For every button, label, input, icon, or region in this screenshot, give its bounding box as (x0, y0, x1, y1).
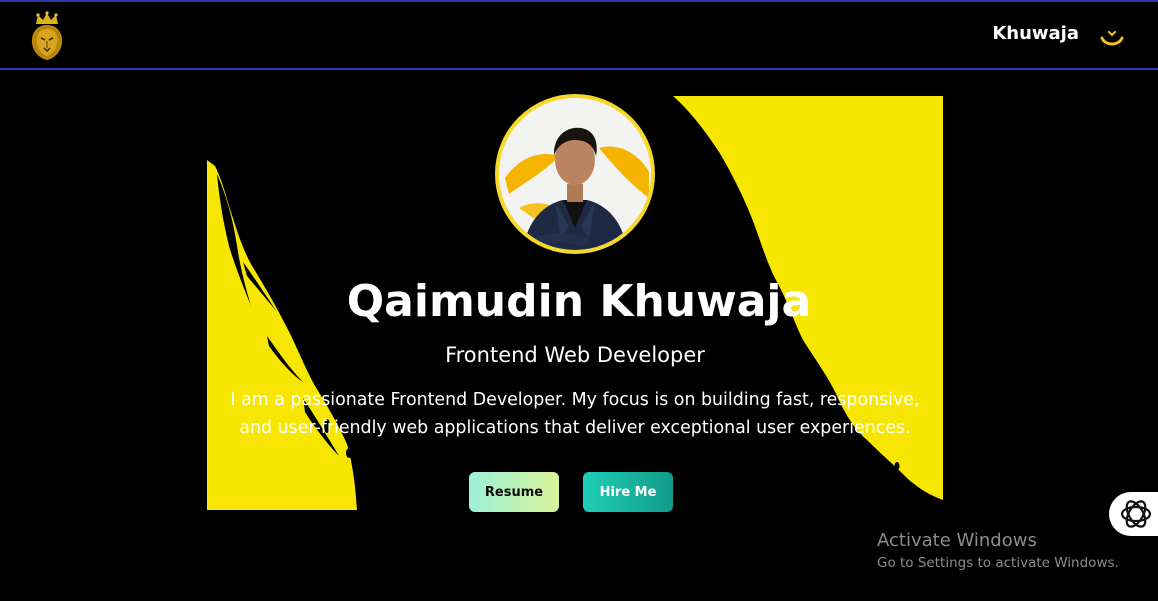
hero-description: I am a passionate Frontend Developer. My… (230, 390, 920, 438)
brand-name[interactable]: Khuwaja (992, 23, 1079, 44)
hero-name: Qaimudin Khuwaja (346, 276, 812, 327)
moon-toggle-icon[interactable] (1098, 28, 1126, 52)
profile-photo (499, 98, 651, 250)
profile-avatar (495, 94, 655, 254)
activate-title: Activate Windows (877, 530, 1037, 551)
hire-me-button[interactable]: Hire Me (583, 472, 673, 512)
navbar: Khuwaja (0, 2, 1158, 70)
page: Khuwaja Qaimudin Khuwaja Frontend Web De… (0, 0, 1158, 601)
hero-role: Frontend Web Developer (445, 343, 705, 367)
resume-button[interactable]: Resume (469, 472, 559, 512)
ai-knot-icon (1120, 500, 1152, 528)
activate-subtitle: Go to Settings to activate Windows. (877, 555, 1119, 571)
activate-windows-watermark: Activate Windows Go to Settings to activ… (877, 530, 1119, 571)
crowned-lion-logo[interactable] (28, 10, 66, 62)
